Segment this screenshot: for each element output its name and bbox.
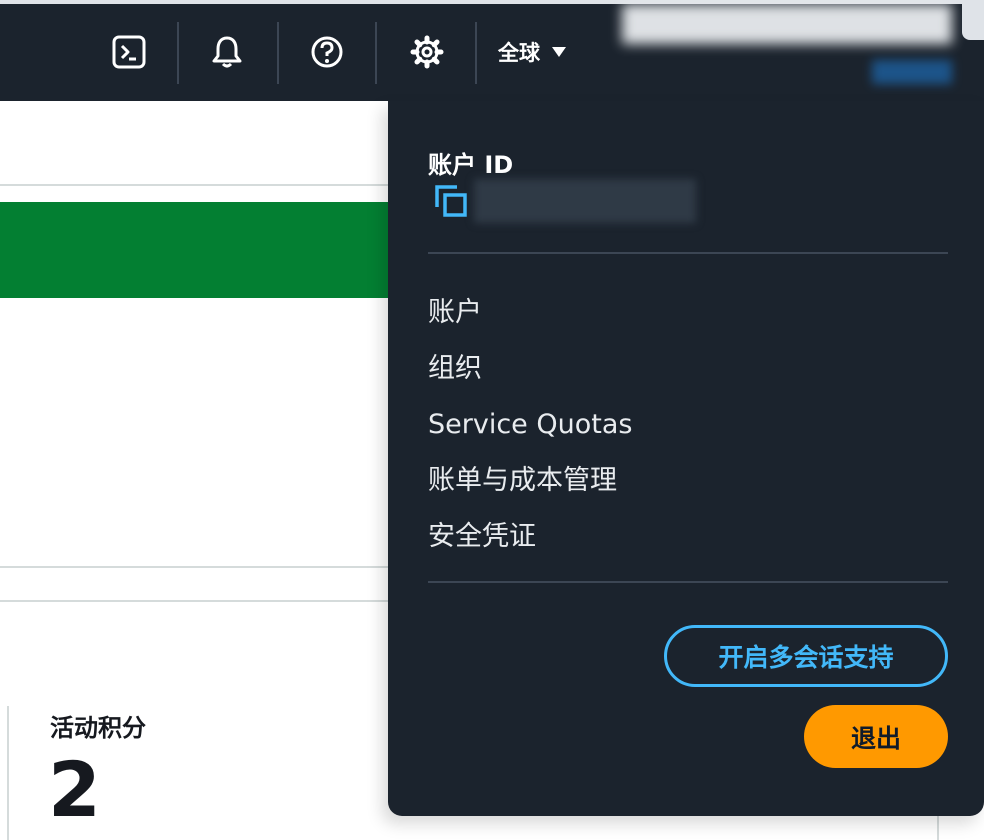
menu-item-service-quotas[interactable]: Service Quotas bbox=[428, 397, 632, 453]
menu-item-account[interactable]: 账户 bbox=[428, 285, 632, 341]
metric-value: 2 bbox=[48, 745, 101, 834]
nav-separator bbox=[375, 22, 377, 84]
account-dropdown-menu: 账户 ID 账户 组织 Service Quotas 账单与成本管理 安全凭证 … bbox=[388, 101, 984, 816]
menu-divider bbox=[428, 252, 948, 254]
account-chip-redacted bbox=[872, 60, 952, 84]
menu-item-billing[interactable]: 账单与成本管理 bbox=[428, 453, 632, 509]
account-id-label: 账户 ID bbox=[428, 151, 514, 179]
region-selector[interactable]: 全球 bbox=[498, 34, 566, 70]
enable-multi-session-button[interactable]: 开启多会话支持 bbox=[664, 625, 948, 687]
metric-label: 活动积分 bbox=[50, 714, 146, 742]
nav-separator bbox=[475, 22, 477, 84]
top-navigation-bar: 全球 bbox=[0, 0, 984, 101]
region-label: 全球 bbox=[498, 41, 540, 65]
window-edge bbox=[962, 4, 984, 40]
page-divider bbox=[0, 184, 392, 186]
bell-icon[interactable] bbox=[207, 32, 247, 72]
account-menu-list: 账户 组织 Service Quotas 账单与成本管理 安全凭证 bbox=[428, 285, 632, 565]
gear-icon[interactable] bbox=[407, 32, 447, 72]
menu-divider bbox=[428, 581, 948, 583]
account-name-redacted[interactable] bbox=[622, 4, 952, 44]
success-banner bbox=[0, 202, 392, 298]
terminal-icon[interactable] bbox=[109, 32, 149, 72]
account-id-value-redacted bbox=[474, 179, 696, 223]
column-divider bbox=[7, 706, 9, 840]
column-divider bbox=[937, 816, 939, 840]
nav-separator bbox=[277, 22, 279, 84]
copy-icon[interactable] bbox=[433, 183, 469, 219]
sign-out-button[interactable]: 退出 bbox=[804, 705, 948, 768]
page-divider bbox=[0, 566, 392, 568]
menu-item-organizations[interactable]: 组织 bbox=[428, 341, 632, 397]
menu-item-security-credentials[interactable]: 安全凭证 bbox=[428, 509, 632, 565]
caret-down-icon bbox=[552, 47, 566, 57]
page-divider bbox=[0, 600, 392, 602]
nav-separator bbox=[177, 22, 179, 84]
question-circle-icon[interactable] bbox=[307, 32, 347, 72]
